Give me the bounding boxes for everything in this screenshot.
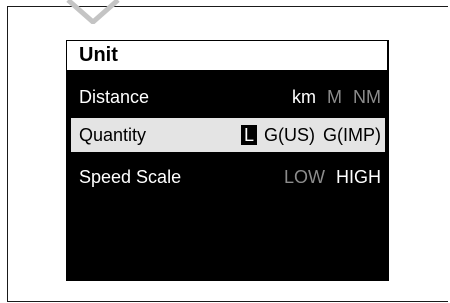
option-gallon-imp[interactable]: G(IMP) — [323, 125, 381, 146]
row-label-speed-scale: Speed Scale — [79, 167, 182, 187]
menu-row-speed-scale[interactable]: Speed Scale LOW HIGH — [71, 160, 385, 194]
option-km[interactable]: km — [292, 87, 316, 108]
row-label-distance: Distance — [79, 87, 150, 107]
option-high[interactable]: HIGH — [336, 167, 381, 188]
unit-settings-screen: Unit Distance km M NM Quantity L G(US) G(… — [66, 40, 389, 281]
option-low[interactable]: LOW — [284, 167, 325, 188]
screen-title-bar: Unit — [67, 41, 387, 70]
menu-row-quantity[interactable]: Quantity L G(US) G(IMP) — [71, 118, 385, 152]
pointer-arrow-icon — [66, 0, 120, 24]
screen-title: Unit — [79, 44, 118, 66]
distance-options: km M NM — [286, 87, 381, 108]
option-gallon-us[interactable]: G(US) — [264, 125, 315, 146]
quantity-options: L G(US) G(IMP) — [238, 125, 381, 146]
row-label-quantity: Quantity — [79, 125, 147, 145]
speed-scale-options: LOW HIGH — [278, 167, 381, 188]
option-liter-selected[interactable]: L — [240, 125, 257, 145]
menu-row-distance[interactable]: Distance km M NM — [71, 80, 385, 114]
option-m[interactable]: M — [327, 87, 342, 108]
option-nm[interactable]: NM — [353, 87, 381, 108]
